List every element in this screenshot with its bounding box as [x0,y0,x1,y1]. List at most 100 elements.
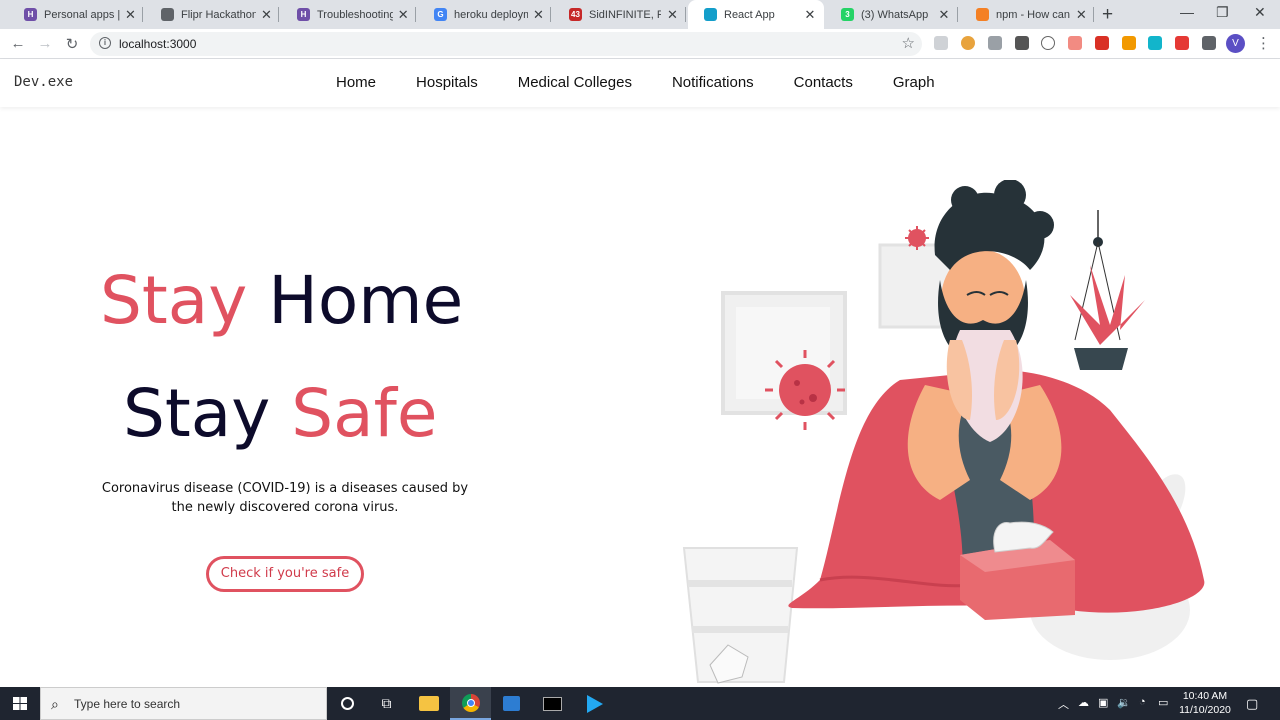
terminal-icon[interactable] [532,687,573,720]
browser-tab[interactable]: H Personal apps | He ✕ [8,0,143,29]
close-tab-icon[interactable]: ✕ [532,7,545,23]
hero-word: Stay [100,262,248,339]
tab-title: heroku deploymen [454,8,528,21]
tab-separator [685,7,686,22]
task-view-icon[interactable]: ⧉ [366,687,407,720]
browser-tab[interactable]: Gheroku deploymen ✕ [418,0,551,29]
close-tab-icon[interactable]: ✕ [1075,7,1088,23]
nav-link-medical-colleges[interactable]: Medical Colleges [518,74,632,91]
vscode-icon[interactable] [574,687,615,720]
tab-title: npm - How can I s [996,8,1071,21]
extension-icon[interactable] [1095,36,1109,50]
browser-tab-strip: HPersonal apps | He✕Flipr Hackathon Ta✕H… [0,0,1280,29]
brand-logo[interactable]: Dev.exe [14,74,73,90]
menu-icon[interactable]: ⋮ [1256,34,1271,52]
address-bar[interactable]: i localhost:3000 ☆ [90,32,922,56]
new-tab-button[interactable]: + [1102,4,1113,26]
search-icon: ⌕ [51,696,59,712]
close-tab-icon[interactable]: ✕ [397,7,411,23]
notifications-icon[interactable]: ▢ [1246,696,1258,712]
browser-tab[interactable]: npm - How can I s ✕ [960,0,1094,29]
heroku-icon: H [24,8,37,21]
hero-heading-line2: Stay Safe [123,375,437,452]
close-window-button[interactable]: ✕ [1254,4,1266,21]
close-tab-icon[interactable]: ✕ [124,7,137,23]
camera-extension-icon[interactable] [988,36,1002,50]
windows-start-icon[interactable] [0,687,40,720]
tab-separator [550,7,551,22]
tab-title: Flipr Hackathon Ta [181,8,256,21]
browser-tab[interactable]: 43 SidINFINITE, R ✕ [553,0,686,29]
nav-link-graph[interactable]: Graph [893,74,935,91]
coupon-extension-icon[interactable] [1122,36,1136,50]
github-icon: 43 [569,8,582,21]
browser-tab[interactable]: React App ✕ [688,0,824,29]
tab-separator [142,7,143,22]
stackoverflow-icon [976,8,989,21]
volume-icon[interactable]: 🔉 [1117,696,1131,709]
show-hidden-icons-icon[interactable]: ︿ [1058,696,1069,712]
hero-description: Coronavirus disease (COVID-19) is a dise… [101,481,469,515]
tab-title: React App [724,8,775,21]
site-info-icon[interactable]: i [99,37,111,49]
taskbar-clock[interactable]: 10:40 AM 11/10/2020 [1176,689,1234,717]
hero-word: Home [268,262,464,339]
nav-link-contacts[interactable]: Contacts [794,74,853,91]
browser-tab[interactable]: 3 (3) WhatsApp ✕ [825,0,958,29]
browser-tab[interactable]: H Troubleshooting N ✕ [281,0,416,29]
battery-icon[interactable]: ▭ [1158,696,1168,709]
browser-tab[interactable]: Flipr Hackathon Ta ✕ [145,0,279,29]
heroku-icon: H [297,8,310,21]
hero-word: Stay [123,375,271,452]
restore-button[interactable]: ❐ [1216,4,1229,21]
extension-icon[interactable] [1068,36,1082,50]
nav-link-notifications[interactable]: Notifications [672,74,754,91]
nav-link-home[interactable]: Home [336,74,376,91]
globe-icon [161,8,174,21]
url-text[interactable]: localhost:3000 [119,37,196,51]
whatsapp-icon: 3 [841,8,854,21]
extension-icon[interactable] [1175,36,1189,50]
windows-taskbar: ⌕ Type here to search ⧉ ︿ ☁ ▣ 🔉 ◔ ▭ 10:4… [0,687,1280,720]
cookie-extension-icon[interactable] [961,36,975,50]
tab-title: Troubleshooting N [317,8,393,21]
browser-toolbar: ← → ↻ i localhost:3000 ☆ V ⋮ [0,29,1280,59]
evernote-extension-icon[interactable] [1015,36,1029,50]
tab-title: (3) WhatsApp [861,8,929,21]
check-safe-button[interactable]: Check if you're safe [206,556,364,592]
google-icon: G [434,8,447,21]
extension-icon[interactable] [1148,36,1162,50]
extension-icon[interactable] [934,36,948,50]
forward-icon[interactable]: → [36,35,54,52]
reload-icon[interactable]: ↻ [63,35,81,53]
bookmark-star-icon[interactable]: ☆ [902,34,915,52]
search-placeholder: Type here to search [74,697,181,711]
taskbar-search-box[interactable]: ⌕ Type here to search [40,687,327,720]
cortana-icon[interactable] [327,687,368,720]
file-explorer-icon[interactable] [408,687,449,720]
nav-link-hospitals[interactable]: Hospitals [416,74,478,91]
close-tab-icon[interactable]: ✕ [665,7,680,23]
onedrive-icon[interactable]: ☁ [1078,696,1089,709]
tab-title: SidINFINITE, R [589,8,661,21]
sick-man-illustration [682,180,1205,684]
tab-separator [415,7,416,22]
store-icon[interactable] [491,687,532,720]
close-tab-icon[interactable]: ✕ [260,7,273,23]
profile-avatar[interactable]: V [1226,34,1245,53]
minimize-button[interactable]: — [1180,4,1194,20]
nav-links: Home Hospitals Medical Colleges Notificatio… [336,74,975,91]
close-tab-icon[interactable]: ✕ [936,7,952,23]
wifi-icon[interactable]: ◔ [1139,696,1146,708]
puzzle-extensions-icon[interactable] [1202,36,1216,50]
chrome-icon[interactable] [450,687,491,720]
back-icon[interactable]: ← [9,35,27,52]
clock-time: 10:40 AM [1182,690,1228,702]
extension-icon[interactable] [1041,36,1055,50]
tab-separator [1093,7,1094,22]
hero-heading-line1: Stay Home [100,262,463,339]
site-navbar: Dev.exe Home Hospitals Medical Colleges Not… [0,59,1280,107]
close-tab-icon[interactable]: ✕ [802,7,818,23]
tab-separator [278,7,279,22]
tray-app-icon[interactable]: ▣ [1098,696,1108,709]
